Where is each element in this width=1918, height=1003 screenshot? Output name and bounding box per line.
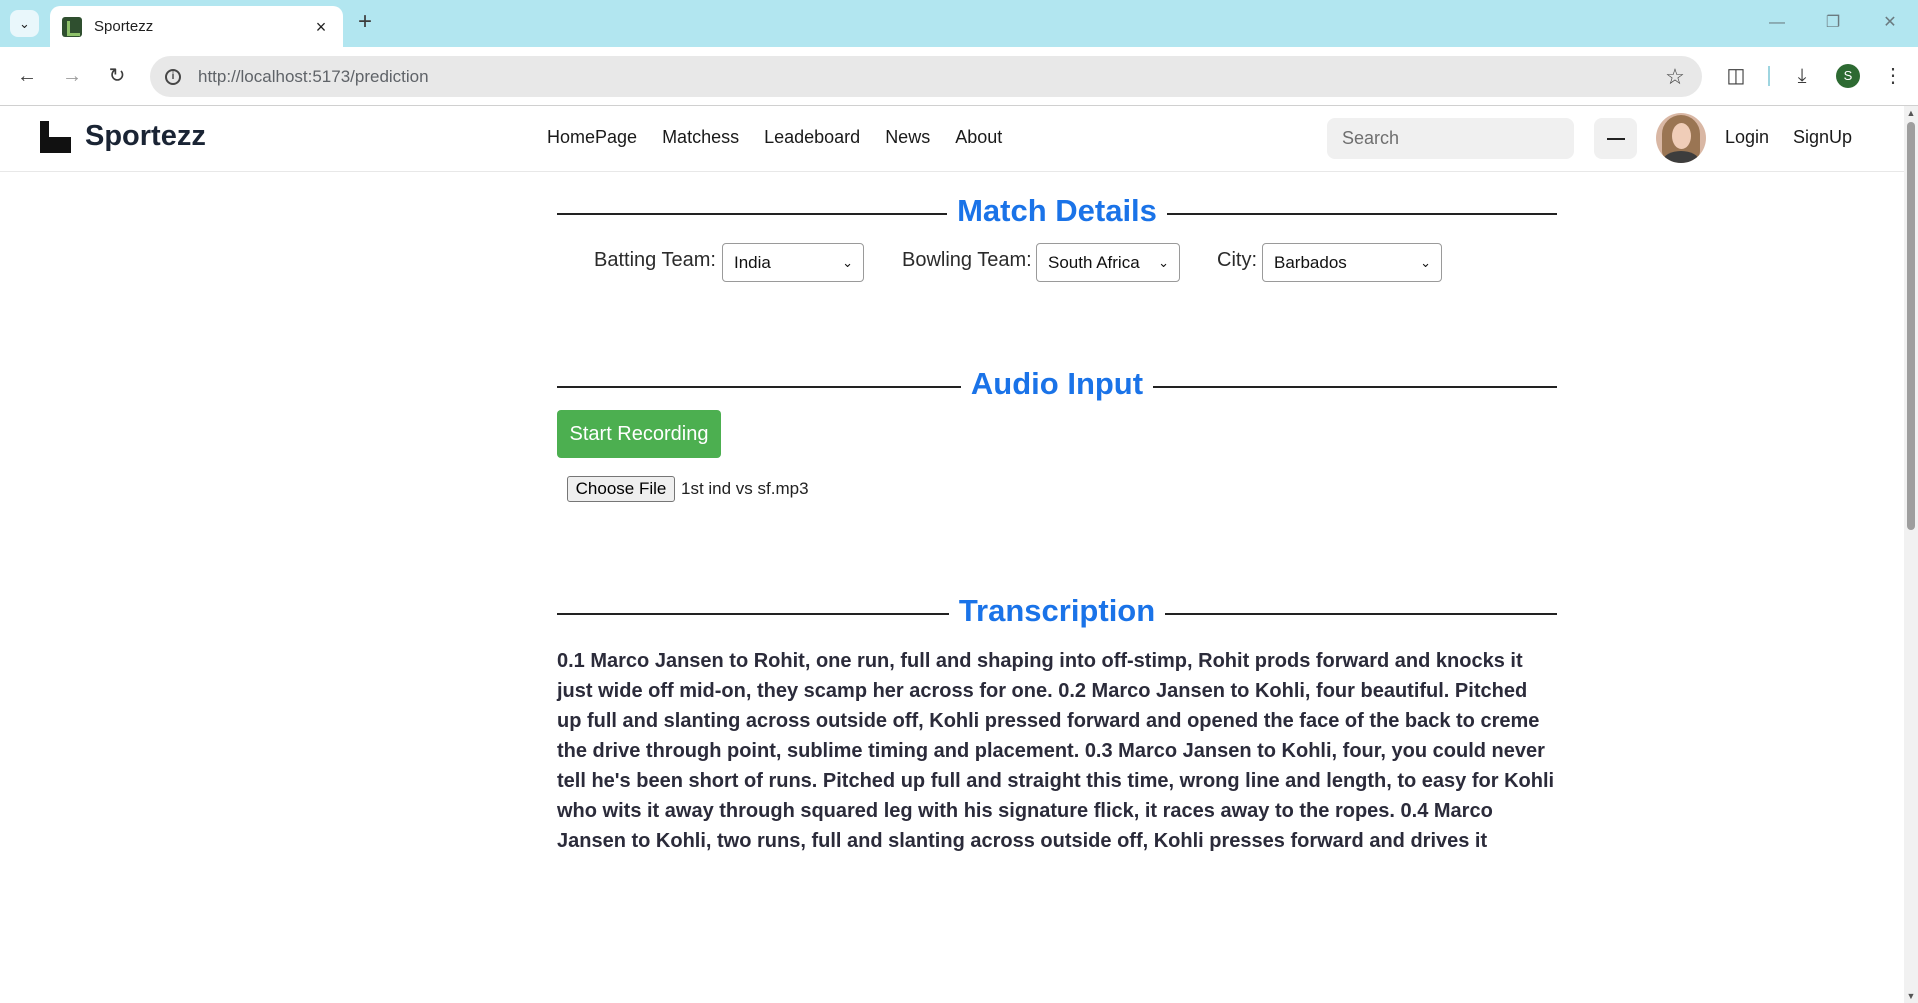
url-text[interactable]: http://localhost:5173/prediction (198, 67, 1660, 87)
brand-name: Sportezz (85, 120, 206, 152)
chevron-down-icon: ⌄ (19, 15, 30, 31)
more-menu-icon[interactable]: ⋮ (1878, 61, 1908, 91)
reload-icon[interactable]: ↻ (102, 61, 132, 91)
extensions-icon[interactable]: ◫ (1721, 61, 1751, 91)
brand-logo[interactable]: Sportezz (40, 120, 206, 153)
bowling-team-value: South Africa (1048, 253, 1140, 272)
main-nav: HomePage Matchess Leadeboard News About (547, 127, 1027, 148)
signup-link[interactable]: SignUp (1793, 127, 1852, 148)
audio-input-heading: Audio Input (970, 366, 1144, 401)
scroll-thumb[interactable] (1907, 122, 1915, 530)
minimize-icon[interactable]: — (1757, 10, 1797, 36)
scroll-down-icon[interactable]: ▼ (1906, 991, 1916, 1001)
batting-team-select[interactable]: India ⌄ (722, 243, 864, 282)
match-details-heading: Match Details (957, 193, 1157, 228)
nav-link-homepage[interactable]: HomePage (547, 127, 637, 148)
nav-link-news[interactable]: News (885, 127, 930, 148)
profile-avatar[interactable]: S (1836, 64, 1860, 88)
login-link[interactable]: Login (1725, 127, 1769, 148)
favicon-icon (62, 16, 82, 37)
page-viewport: Sportezz HomePage Matchess Leadeboard Ne… (0, 106, 1904, 1003)
window-close-icon[interactable]: ✕ (1870, 10, 1910, 36)
forward-icon[interactable]: → (57, 61, 87, 91)
choose-file-button[interactable]: Choose File (567, 476, 675, 502)
divider-line (1167, 213, 1557, 215)
toolbar-divider (1768, 66, 1770, 86)
back-icon[interactable]: ← (12, 61, 42, 91)
minus-icon (1606, 137, 1625, 140)
tab-title: Sportezz (94, 18, 154, 35)
logo-icon (40, 120, 73, 153)
start-recording-button[interactable]: Start Recording (557, 410, 721, 458)
chevron-down-icon: ⌄ (1420, 255, 1431, 270)
batting-team-label: Batting Team: (594, 249, 716, 271)
browser-toolbar: ← → ↻ i http://localhost:5173/prediction… (0, 47, 1918, 106)
site-navbar: Sportezz HomePage Matchess Leadeboard Ne… (0, 106, 1904, 172)
match-details-header: Match Details (557, 193, 1557, 233)
address-bar[interactable]: i http://localhost:5173/prediction ☆ (150, 56, 1702, 97)
nav-link-about[interactable]: About (955, 127, 1002, 148)
transcription-header: Transcription (557, 593, 1557, 633)
divider-line (1165, 613, 1557, 615)
search-input[interactable] (1327, 118, 1574, 159)
chevron-down-icon: ⌄ (842, 255, 853, 270)
scroll-up-icon[interactable]: ▲ (1906, 108, 1916, 118)
city-value: Barbados (1274, 253, 1347, 272)
selected-file-name: 1st ind vs sf.mp3 (681, 479, 809, 498)
page-scrollbar[interactable]: ▲ ▼ (1904, 106, 1918, 1003)
audio-input-header: Audio Input (557, 366, 1557, 406)
batting-team-value: India (734, 253, 771, 272)
browser-tab[interactable]: Sportezz × (50, 6, 343, 47)
restore-icon[interactable]: ❐ (1813, 10, 1853, 36)
chevron-down-icon: ⌄ (1158, 255, 1169, 270)
bookmark-star-icon[interactable]: ☆ (1660, 64, 1690, 90)
nav-link-leaderboard[interactable]: Leadeboard (764, 127, 860, 148)
tab-search-button[interactable]: ⌄ (10, 10, 39, 37)
menu-toggle-button[interactable] (1594, 118, 1637, 159)
bowling-team-select[interactable]: South Africa ⌄ (1036, 243, 1180, 282)
city-select[interactable]: Barbados ⌄ (1262, 243, 1442, 282)
city-label: City: (1217, 249, 1257, 271)
transcription-heading: Transcription (958, 593, 1156, 628)
site-info-icon[interactable]: i (160, 64, 186, 90)
bowling-team-label: Bowling Team: (902, 249, 1032, 271)
transcription-text: 0.1 Marco Jansen to Rohit, one run, full… (557, 650, 1555, 852)
divider-line (1153, 386, 1557, 388)
avatar[interactable] (1656, 113, 1706, 163)
download-icon[interactable]: ⤓ (1787, 61, 1817, 91)
nav-link-matches[interactable]: Matchess (662, 127, 739, 148)
browser-tabstrip: ⌄ Sportezz × + — ❐ ✕ (0, 0, 1918, 47)
close-icon[interactable]: × (311, 17, 331, 37)
new-tab-button[interactable]: + (352, 10, 378, 36)
